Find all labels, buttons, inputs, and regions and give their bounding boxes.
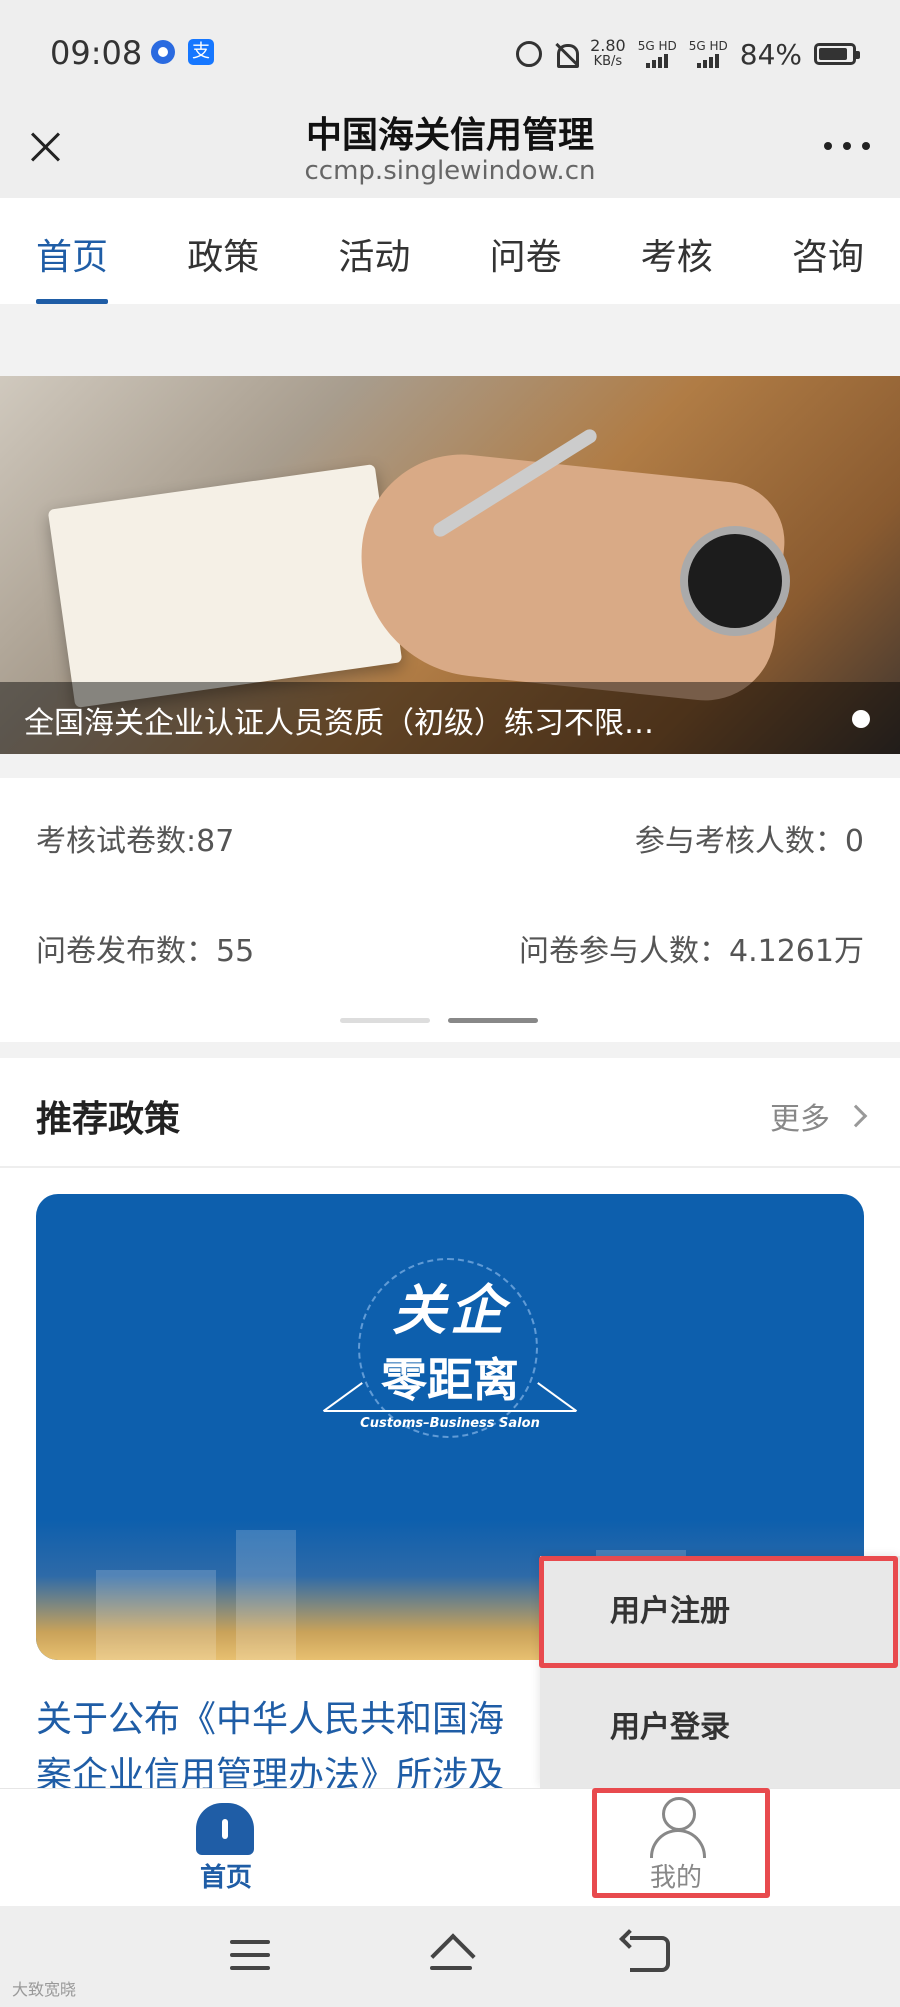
banner-carousel[interactable]: 全国海关企业认证人员资质（初级）练习不限…	[0, 376, 900, 754]
more-options-icon[interactable]	[824, 136, 870, 156]
status-bar: 09:08 支 2.80 KB/s 5G HD 5G HD 84%	[0, 0, 900, 106]
signal-1-label: 5G HD	[637, 39, 677, 53]
signal-bars-icon	[646, 54, 669, 68]
tab-activity[interactable]: 活动	[338, 198, 410, 304]
banner-caption-bar: 全国海关企业认证人员资质（初级）练习不限…	[0, 682, 900, 754]
network-speed: 2.80 KB/s	[590, 38, 626, 70]
tab-home[interactable]: 首页	[36, 198, 109, 304]
system-nav-bar	[0, 1906, 900, 2007]
chevron-right-icon	[844, 1104, 868, 1128]
page-title: 中国海关信用管理	[305, 115, 594, 156]
card-logo-english: Customs–Business Salon	[360, 1416, 540, 1431]
home-button-icon[interactable]	[428, 1936, 474, 1972]
network-speed-value: 2.80	[590, 36, 626, 55]
alarm-icon	[516, 41, 543, 67]
section-title: 推荐政策	[36, 1099, 181, 1140]
network-speed-unit: KB/s	[593, 54, 623, 69]
nav-home-label[interactable]: 首页	[176, 1857, 276, 1894]
back-icon[interactable]	[630, 1936, 670, 1972]
page-url: ccmp.singlewindow.cn	[304, 156, 596, 186]
login-button[interactable]: 用户登录	[540, 1672, 900, 1784]
status-time: 09:08	[50, 34, 143, 72]
tab-bar: 首页 政策 活动 问卷 考核 咨询	[0, 198, 900, 304]
mute-bell-icon	[554, 42, 580, 68]
stats-pager	[340, 1018, 538, 1023]
stat-survey-published: 问卷发布数：55	[36, 934, 255, 969]
status-indicators: 2.80 KB/s 5G HD 5G HD 84%	[516, 34, 860, 74]
signal-1: 5G HD	[638, 40, 677, 68]
watermark: 大致宽晓	[12, 1980, 77, 1999]
signal-bars-icon	[697, 54, 720, 68]
home-icon[interactable]	[196, 1803, 254, 1855]
menu-icon[interactable]	[230, 1940, 270, 1970]
stats-panel: 考核试卷数:87 参与考核人数：0 问卷发布数：55 问卷参与人数：4.1261…	[0, 778, 900, 1042]
tab-survey[interactable]: 问卷	[490, 198, 562, 304]
battery-percent: 84%	[739, 37, 802, 71]
more-label: 更多	[770, 1102, 830, 1137]
tab-policy[interactable]: 政策	[187, 198, 259, 304]
stat-exam-papers: 考核试卷数:87	[36, 824, 235, 859]
battery-icon	[814, 43, 860, 65]
more-link[interactable]: 更多	[770, 1094, 868, 1138]
app-notification-icon	[151, 40, 175, 64]
tab-consult[interactable]: 咨询	[792, 198, 864, 304]
title-bar: 中国海关信用管理 ccmp.singlewindow.cn	[0, 106, 900, 198]
banner-caption: 全国海关企业认证人员资质（初级）练习不限…	[24, 706, 654, 741]
register-highlight-box	[539, 1556, 898, 1668]
signal-2-label: 5G HD	[688, 39, 728, 53]
card-logo-sub: 零距离	[381, 1353, 519, 1407]
section-header: 推荐政策 更多	[0, 1058, 900, 1168]
stat-exam-participants: 参与考核人数：0	[634, 824, 864, 859]
tab-assessment[interactable]: 考核	[641, 198, 713, 304]
carousel-indicator	[852, 710, 870, 728]
me-highlight-box	[592, 1788, 770, 1898]
alipay-icon: 支	[188, 39, 214, 65]
stat-survey-participants: 问卷参与人数：4.1261万	[519, 934, 864, 969]
signal-2: 5G HD	[689, 40, 728, 68]
card-logo-main: 关企	[392, 1279, 508, 1342]
